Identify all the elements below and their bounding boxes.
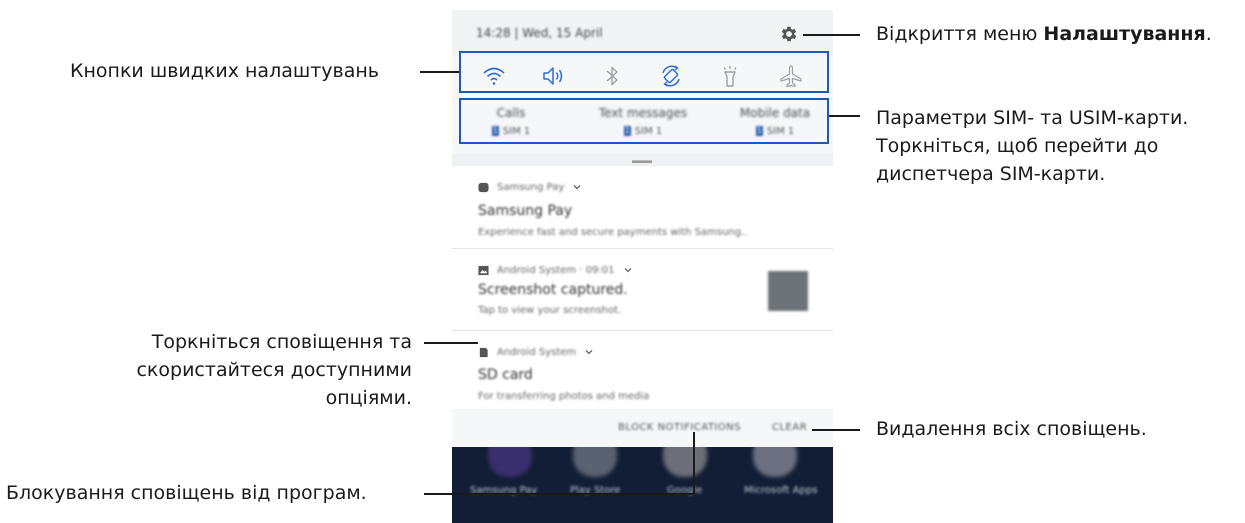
notification-screenshot[interactable]: Android System · 09:01 Screenshot captur… (452, 249, 833, 331)
notification-header: Samsung Pay (478, 180, 582, 194)
callout-settings-menu: Відкриття меню Налаштування. (876, 20, 1212, 48)
notification-header: Android System (478, 345, 594, 359)
notification-app-name: Android System · 09:01 (497, 264, 615, 276)
sd-card-icon (479, 347, 488, 357)
notification-title: Samsung Pay (478, 203, 573, 219)
chevron-down-icon[interactable] (584, 347, 594, 357)
callout-line-text: опціями. (325, 387, 412, 409)
block-notifications-button[interactable]: BLOCK NOTIFICATIONS (618, 422, 741, 433)
notification-actions-bar: BLOCK NOTIFICATIONS CLEAR (452, 409, 833, 447)
callout-block-notifications: Блокування сповіщень від програм. (6, 482, 367, 504)
notification-title: SD card (478, 367, 533, 383)
quick-settings-highlight (459, 51, 829, 93)
samsung-pay-icon (478, 182, 489, 192)
callout-line (803, 34, 860, 36)
notification-body: Experience fast and secure payments with… (478, 227, 748, 238)
callout-line-text: диспетчера SIM-карти. (876, 163, 1106, 185)
home-app-label: Microsoft Apps (744, 485, 818, 496)
callout-line (424, 493, 695, 495)
callout-line-text: Торкніться, щоб перейти до (876, 135, 1159, 157)
status-bar: 14:28 | Wed, 15 April (452, 10, 833, 56)
callout-line (693, 432, 695, 495)
callout-bold-text: Налаштування (1043, 23, 1206, 45)
callout-line-text: Параметри SIM- та USIM-карти. (876, 107, 1189, 129)
callout-notification: Торкніться сповіщення та скористайтеся д… (110, 328, 412, 412)
image-icon (478, 265, 489, 275)
callout-line (424, 342, 478, 344)
notification-body: Tap to view your screenshot. (478, 305, 622, 316)
notification-header: Android System · 09:01 (478, 263, 633, 277)
callout-text: . (1205, 23, 1212, 45)
status-time: 14:28 | Wed, 15 April (476, 26, 603, 40)
notification-app-name: Samsung Pay (497, 181, 565, 193)
callout-line (812, 429, 860, 431)
screenshot-thumbnail[interactable] (768, 271, 808, 311)
callout-quick-settings: Кнопки швидких налаштувань (70, 60, 380, 82)
notification-title: Screenshot captured. (478, 282, 628, 298)
notification-app-name: Android System (497, 346, 577, 358)
notification-samsung-pay[interactable]: Samsung Pay Samsung Pay Experience fast … (452, 166, 833, 249)
callout-clear-all: Видалення всіх сповіщень. (876, 418, 1147, 440)
gear-icon[interactable] (779, 24, 799, 44)
drag-handle[interactable] (632, 160, 652, 163)
callout-line-text: Торкніться сповіщення та (151, 331, 412, 353)
sim-highlight (459, 98, 829, 144)
chevron-down-icon[interactable] (623, 265, 633, 275)
callout-sim: Параметри SIM- та USIM-карти. Торкніться… (876, 104, 1188, 188)
callout-text: Відкриття меню (876, 23, 1044, 45)
clear-button[interactable]: CLEAR (772, 422, 807, 433)
callout-line-text: скористайтеся доступними (136, 359, 412, 381)
callout-line (829, 115, 860, 117)
notification-body: For transferring photos and media (478, 391, 650, 402)
chevron-down-icon[interactable] (572, 182, 582, 192)
callout-line (420, 71, 459, 73)
notification-sd-card[interactable]: Android System SD card For transferring … (452, 331, 833, 409)
